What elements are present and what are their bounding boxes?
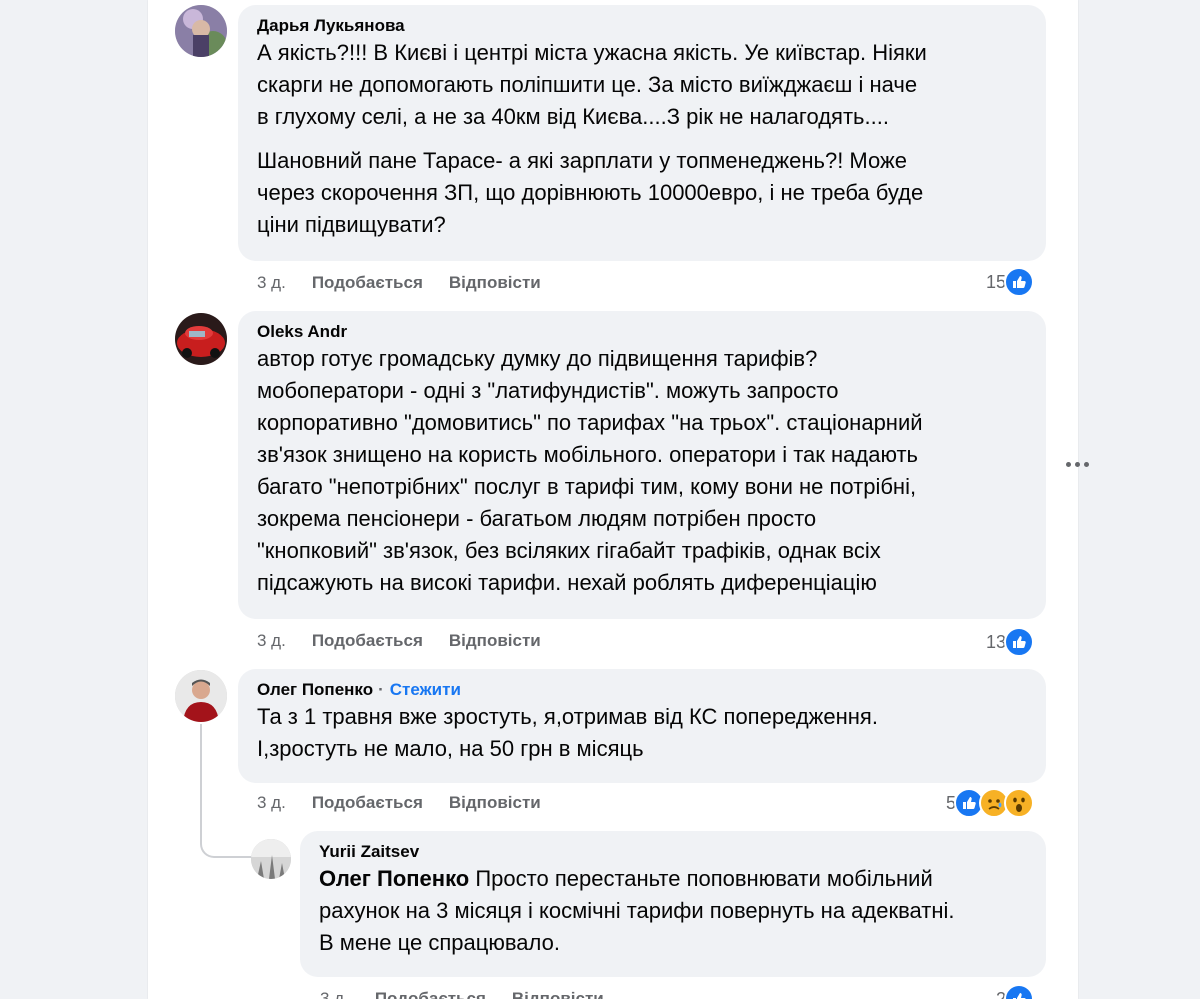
comment-actions: 3 д. Подобається Відповісти <box>257 789 567 817</box>
comment-author[interactable]: Yurii Zaitsev <box>319 841 419 863</box>
mention-link[interactable]: Олег Попенко <box>319 866 469 891</box>
reactions-summary[interactable]: 15 <box>986 267 1035 297</box>
comment-actions: 3 д. Подобається Відповісти <box>257 627 567 655</box>
comment-author[interactable]: Олег Попенко <box>257 679 373 701</box>
avatar[interactable] <box>175 5 227 57</box>
reply-button[interactable]: Відповісти <box>449 631 541 651</box>
comment-author[interactable]: Дарья Лукьянова <box>257 15 405 37</box>
comment-text: Олег Попенко Просто перестаньте поповнюв… <box>319 863 1028 959</box>
comment-bubble: Олег Попенко · Стежити Та з 1 травня вже… <box>238 669 1046 783</box>
separator-dot: · <box>378 680 384 699</box>
reactions-summary[interactable]: 5 <box>946 788 1035 818</box>
reactions-summary[interactable]: 2 <box>996 984 1035 999</box>
reactions-summary[interactable]: 13 <box>986 627 1035 657</box>
reply-button[interactable]: Відповісти <box>449 793 541 813</box>
comment-actions: 3 д. Подобається Відповісти <box>257 269 567 297</box>
comment-timestamp[interactable]: 3 д. <box>257 273 286 293</box>
wow-icon <box>1004 788 1035 818</box>
like-icon <box>1004 627 1035 657</box>
like-button[interactable]: Подобається <box>312 273 423 293</box>
like-button[interactable]: Подобається <box>312 631 423 651</box>
like-button[interactable]: Подобається <box>375 989 486 999</box>
avatar[interactable] <box>251 839 291 879</box>
like-button[interactable]: Подобається <box>312 793 423 813</box>
comment-text: Шановний пане Тарасе- а які зарплати у т… <box>257 148 924 237</box>
comment-timestamp[interactable]: 3 д. <box>257 631 286 651</box>
like-icon <box>1004 984 1035 999</box>
more-options-icon[interactable] <box>1060 450 1094 478</box>
comment-bubble: Дарья Лукьянова А якість?!!! В Києві і ц… <box>238 5 1046 261</box>
comment-bubble: Oleks Andr автор готує громадську думку … <box>238 311 1046 619</box>
reaction-count: 13 <box>986 631 1007 652</box>
comment-actions: 3 д. Подобається Відповісти <box>320 985 630 999</box>
reply-button[interactable]: Відповісти <box>449 273 541 293</box>
reaction-count: 15 <box>986 271 1007 292</box>
comment-timestamp[interactable]: 3 д. <box>257 793 286 813</box>
comment-text: автор готує громадську думку до підвищен… <box>257 346 923 595</box>
avatar[interactable] <box>175 313 227 365</box>
comment-bubble: Yurii Zaitsev Олег Попенко Просто перест… <box>300 831 1046 977</box>
comment-text: А якість?!!! В Києві і центрі міста ужас… <box>257 40 927 129</box>
comment-text: Та з 1 травня вже зростуть, я,отримав ві… <box>257 704 878 761</box>
reply-button[interactable]: Відповісти <box>512 989 604 999</box>
avatar[interactable] <box>175 670 227 722</box>
comment-timestamp[interactable]: 3 д. <box>320 989 349 999</box>
like-icon <box>1004 267 1035 297</box>
follow-button[interactable]: Стежити <box>390 679 461 701</box>
comment-author[interactable]: Oleks Andr <box>257 321 347 343</box>
